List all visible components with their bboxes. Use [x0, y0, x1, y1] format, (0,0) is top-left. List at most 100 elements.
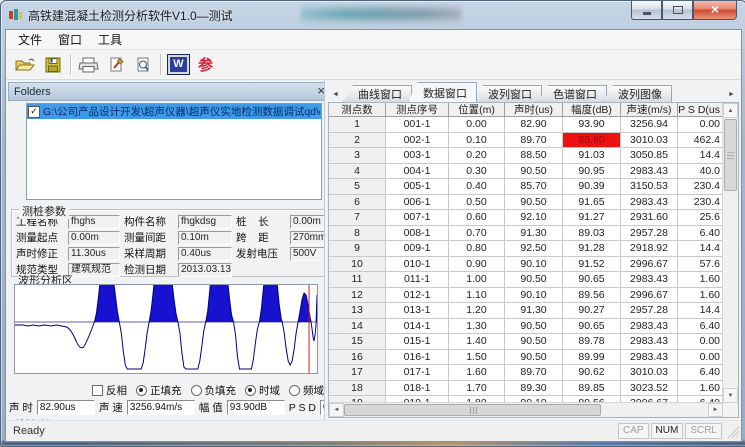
column-header-2[interactable]: 位置(m) — [449, 103, 505, 117]
table-row[interactable]: 15015-11.4090.5089.782983.430.00 — [329, 334, 723, 350]
table-row[interactable]: 11011-11.0090.5090.652983.431.60 — [329, 272, 723, 288]
scroll-right-icon[interactable] — [708, 403, 723, 417]
table-row[interactable]: 10010-10.9090.1091.522996.6757.6 — [329, 257, 723, 273]
table-row[interactable]: 1001-10.0082.9093.903256.940.00 — [329, 117, 723, 133]
readout-value-2[interactable]: 93.90dB — [227, 400, 285, 415]
domain-radio-1[interactable]: 频域 — [289, 383, 324, 398]
table-row[interactable]: 9009-10.8092.5091.282918.9214.4 — [329, 241, 723, 257]
table-cell: 90.27 — [563, 303, 621, 319]
open-file-button[interactable] — [12, 52, 39, 77]
radio-icon — [245, 385, 256, 396]
domain-radio-0[interactable]: 时域 — [245, 383, 280, 398]
hscroll-thumb[interactable] — [344, 404, 601, 416]
vscroll-thumb[interactable] — [724, 119, 737, 191]
folders-listbox[interactable]: G:\公司产品设计开发\超声仪器\超声仪实地检测数据调试qd\qd03\qd03… — [26, 103, 322, 200]
table-cell: 7 — [329, 210, 386, 226]
param-label-10: 检测日期 — [124, 262, 174, 277]
tab-4[interactable]: 波列图像 — [603, 85, 672, 102]
pile-params-grid: 工程名称fhghs构件名称fhgkdsg桩 长0.00m测量起点0.00m测量间… — [16, 214, 324, 277]
column-header-4[interactable]: 幅度(dB) — [563, 103, 621, 117]
menu-item-1[interactable]: 窗口 — [50, 29, 90, 50]
menu-item-2[interactable]: 工具 — [90, 29, 130, 50]
horizontal-scrollbar[interactable] — [329, 402, 723, 417]
table-row[interactable]: 18018-11.7089.3089.853023.521.60 — [329, 381, 723, 397]
table-cell: 9 — [329, 241, 386, 257]
table-cell: 2918.92 — [621, 241, 678, 257]
table-row[interactable]: 7007-10.6092.1091.272931.6025.6 — [329, 210, 723, 226]
table-cell: 8 — [329, 226, 386, 242]
table-cell: 90.50 — [505, 350, 563, 366]
table-cell: 230.4 — [678, 179, 723, 195]
resize-grip[interactable] — [725, 424, 739, 438]
table-row[interactable]: 17017-11.6089.7090.623010.036.40 — [329, 365, 723, 381]
close-button[interactable] — [693, 1, 737, 20]
scroll-left-icon[interactable] — [329, 403, 344, 417]
column-header-3[interactable]: 声时(us) — [505, 103, 563, 117]
readout-value-1[interactable]: 3256.94m/s — [127, 400, 195, 415]
fill-radio-0[interactable]: 正填充 — [136, 383, 182, 398]
param-label-5: 跨 距 — [236, 230, 286, 245]
table-row[interactable]: 4004-10.3090.5090.952983.4340.0 — [329, 164, 723, 180]
waveform-plot[interactable] — [14, 284, 318, 374]
folder-checkbox[interactable] — [28, 106, 40, 118]
save-button[interactable] — [39, 52, 66, 77]
table-row[interactable]: 14014-11.3090.5090.652983.436.40 — [329, 319, 723, 335]
menu-item-0[interactable]: 文件 — [10, 29, 50, 50]
export-word-button[interactable]: W — [165, 52, 192, 77]
preview-magnifier-icon — [134, 57, 152, 73]
tab-scroll-right-icon[interactable] — [724, 86, 739, 102]
param-value-0: fhghs — [68, 215, 120, 229]
folders-panel-header[interactable]: Folders — [8, 82, 325, 101]
minimize-button[interactable] — [631, 1, 662, 20]
tab-1[interactable]: 数据窗口 — [408, 82, 477, 102]
param-label-3: 测量起点 — [16, 230, 64, 245]
parameters-button[interactable]: 参 — [192, 52, 219, 77]
close-panel-icon[interactable] — [317, 86, 325, 97]
column-header-5[interactable]: 声速(m/s) — [621, 103, 678, 117]
invert-checkbox[interactable]: 反相 — [92, 383, 127, 398]
table-cell: 3150.53 — [621, 179, 678, 195]
maximize-button[interactable] — [662, 1, 693, 20]
table-row[interactable]: 5005-10.4085.7090.393150.53230.4 — [329, 179, 723, 195]
table-cell: 0.00 — [449, 117, 505, 133]
fill-radio-1[interactable]: 负填充 — [191, 383, 237, 398]
data-table: 测点数测点序号位置(m)声时(us)幅度(dB)声速(m/s)P S D(us … — [328, 102, 739, 418]
table-row[interactable]: 8008-10.7091.3089.032957.286.40 — [329, 226, 723, 242]
column-header-6[interactable]: P S D(us — [678, 103, 723, 117]
table-row[interactable]: 16016-11.5090.5089.992983.430.00 — [329, 350, 723, 366]
table-cell: 1.60 — [449, 365, 505, 381]
tab-0[interactable]: 曲线窗口 — [343, 85, 412, 102]
table-row[interactable]: 12012-11.1090.1089.562996.671.60 — [329, 288, 723, 304]
table-cell: 012-1 — [386, 288, 449, 304]
column-header-1[interactable]: 测点序号 — [386, 103, 449, 117]
table-row[interactable]: 2002-10.1089.7086.803010.03462.4 — [329, 133, 723, 149]
table-cell: 011-1 — [386, 272, 449, 288]
toolbar-separator — [160, 54, 161, 75]
table-row[interactable]: 3003-10.2088.5091.033050.8514.4 — [329, 148, 723, 164]
scroll-up-icon[interactable] — [723, 103, 738, 118]
print-setup-button[interactable] — [102, 52, 129, 77]
table-row[interactable]: 13013-11.2091.3090.272957.2814.4 — [329, 303, 723, 319]
table-cell: 89.56 — [563, 288, 621, 304]
table-cell: 2996.67 — [621, 257, 678, 273]
table-cell: 2983.43 — [621, 272, 678, 288]
vertical-scrollbar[interactable] — [722, 103, 738, 403]
print-preview-button[interactable] — [129, 52, 156, 77]
tab-2[interactable]: 波列窗口 — [473, 85, 542, 102]
tab-3[interactable]: 色谱窗口 — [538, 85, 607, 102]
readout-value-0[interactable]: 82.90us — [37, 400, 95, 415]
table-cell: 1 — [329, 117, 386, 133]
table-cell: 462.4 — [678, 133, 723, 149]
tab-scroll-left-icon[interactable] — [328, 86, 343, 102]
table-cell: 2983.43 — [621, 350, 678, 366]
folder-list-item[interactable]: G:\公司产品设计开发\超声仪器\超声仪实地检测数据调试qd\qd03\qd03… — [27, 104, 321, 119]
column-header-0[interactable]: 测点数 — [329, 103, 386, 117]
table-row[interactable]: 6006-10.5090.5091.652983.43230.4 — [329, 195, 723, 211]
table-cell: 92.10 — [505, 210, 563, 226]
table-cell: 1.30 — [449, 319, 505, 335]
table-cell: 90.10 — [505, 288, 563, 304]
scroll-down-icon[interactable] — [723, 388, 738, 403]
minimize-icon — [643, 12, 651, 15]
param-char-icon: 参 — [198, 54, 213, 75]
print-button[interactable] — [75, 52, 102, 77]
